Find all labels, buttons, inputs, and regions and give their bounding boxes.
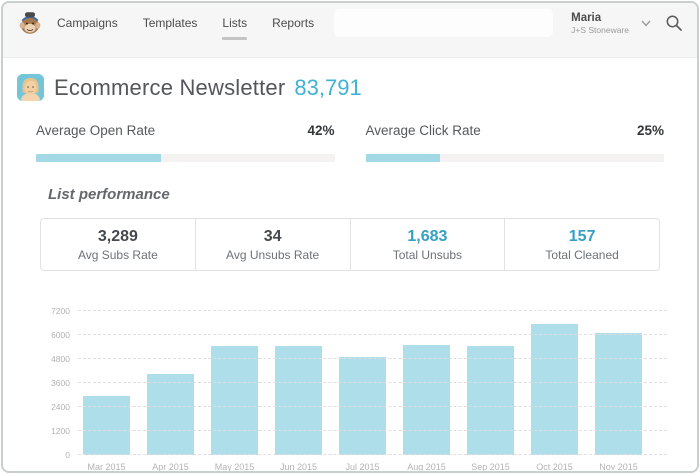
page-title: Ecommerce Newsletter <box>54 75 285 101</box>
nav-item-lists[interactable]: Lists <box>222 16 247 30</box>
user-name: Maria <box>571 11 629 25</box>
top-nav: Campaigns Templates Lists Reports Maria … <box>3 3 697 58</box>
nav-highlight-area <box>334 9 553 37</box>
bar-oct-2015[interactable] <box>531 324 578 455</box>
bar-slot: Sep 2015 <box>467 311 514 455</box>
bar-slot: Apr 2015 <box>147 311 194 455</box>
stat-label: Avg Subs Rate <box>41 248 195 262</box>
gridline: 7200 <box>78 310 667 311</box>
bar-jun-2015[interactable] <box>275 346 322 455</box>
list-avatar <box>17 74 44 101</box>
click-rate-bar <box>366 154 665 162</box>
bar-mar-2015[interactable] <box>83 396 130 455</box>
gridline: 1200 <box>78 430 667 431</box>
gridline: 4800 <box>78 358 667 359</box>
gridline: 3600 <box>78 382 667 383</box>
y-axis-tick: 3600 <box>51 378 70 388</box>
section-title: List performance <box>48 186 697 203</box>
nav-item-reports[interactable]: Reports <box>272 16 314 30</box>
stat-label: Total Cleaned <box>505 248 659 262</box>
bar-slot: May 2015 <box>211 311 258 455</box>
x-axis-label: Apr 2015 <box>152 462 189 472</box>
stats-strip: 3,289 Avg Subs Rate 34 Avg Unsubs Rate 1… <box>40 218 660 271</box>
click-rate-label: Average Click Rate <box>366 123 481 138</box>
gridline: 2400 <box>78 406 667 407</box>
stat-avg-subs: 3,289 Avg Subs Rate <box>41 219 195 270</box>
x-axis-label: May 2015 <box>215 462 255 472</box>
bar-slot: Jun 2015 <box>275 311 322 455</box>
chart-bars: Mar 2015 Apr 2015 May 2015 Jun 2015 Jul 2015… <box>83 311 667 455</box>
click-rate-value: 25% <box>637 123 664 138</box>
bar-apr-2015[interactable] <box>147 374 194 455</box>
y-axis-tick: 0 <box>65 450 70 460</box>
open-rate-label: Average Open Rate <box>36 123 155 138</box>
bar-sep-2015[interactable] <box>467 346 514 455</box>
click-rate-meter: Average Click Rate 25% <box>366 123 665 162</box>
bar-nov-2015[interactable] <box>595 333 642 455</box>
primary-nav: Campaigns Templates Lists Reports <box>57 16 314 30</box>
nav-item-templates[interactable]: Templates <box>143 16 198 30</box>
y-axis-tick: 7200 <box>51 306 70 316</box>
x-axis-label: Aug 2015 <box>407 462 446 472</box>
open-rate-value: 42% <box>307 123 334 138</box>
bar-slot: Oct 2015 <box>531 311 578 455</box>
open-rate-meter: Average Open Rate 42% <box>36 123 335 162</box>
bar-slot: Jul 2015 <box>339 311 386 455</box>
stat-total-cleaned: 157 Total Cleaned <box>504 219 659 270</box>
x-axis-label: Nov 2015 <box>599 462 638 472</box>
gridline: 0 <box>78 454 667 455</box>
y-axis-tick: 6000 <box>51 330 70 340</box>
y-axis-tick: 1200 <box>51 426 70 436</box>
y-axis-tick: 4800 <box>51 354 70 364</box>
subscriber-count: 83,791 <box>294 75 361 101</box>
mailchimp-freddie-logo[interactable] <box>19 11 41 35</box>
stat-label: Avg Unsubs Rate <box>196 248 350 262</box>
stat-avg-unsubs: 34 Avg Unsubs Rate <box>195 219 350 270</box>
bar-aug-2015[interactable] <box>403 345 450 455</box>
x-axis-label: Jun 2015 <box>280 462 317 472</box>
account-name: J+S Stoneware <box>571 25 629 36</box>
rate-meters: Average Open Rate 42% Average Click Rate… <box>3 123 697 162</box>
app-window: Campaigns Templates Lists Reports Maria … <box>1 1 699 473</box>
stat-value: 34 <box>196 228 350 246</box>
bar-slot: Mar 2015 <box>83 311 130 455</box>
open-rate-bar <box>36 154 335 162</box>
stat-value: 157 <box>505 228 659 246</box>
report-header: Ecommerce Newsletter 83,791 <box>3 58 697 101</box>
gridline: 6000 <box>78 334 667 335</box>
stat-label: Total Unsubs <box>351 248 505 262</box>
account-menu[interactable]: Maria J+S Stoneware <box>571 11 657 36</box>
search-icon[interactable] <box>665 14 683 32</box>
bar-may-2015[interactable] <box>211 346 258 455</box>
x-axis-label: Sep 2015 <box>471 462 510 472</box>
y-axis-tick: 2400 <box>51 402 70 412</box>
chevron-down-icon <box>641 20 651 27</box>
bar-slot: Aug 2015 <box>403 311 450 455</box>
nav-item-campaigns[interactable]: Campaigns <box>57 16 118 30</box>
bar-slot: Nov 2015 <box>595 311 642 455</box>
stat-value: 3,289 <box>41 228 195 246</box>
subscriber-bar-chart: Mar 2015 Apr 2015 May 2015 Jun 2015 Jul 2015… <box>78 311 667 455</box>
x-axis-label: Mar 2015 <box>87 462 125 472</box>
x-axis-label: Oct 2015 <box>536 462 573 472</box>
stat-total-unsubs: 1,683 Total Unsubs <box>350 219 505 270</box>
stat-value: 1,683 <box>351 228 505 246</box>
x-axis-label: Jul 2015 <box>345 462 379 472</box>
